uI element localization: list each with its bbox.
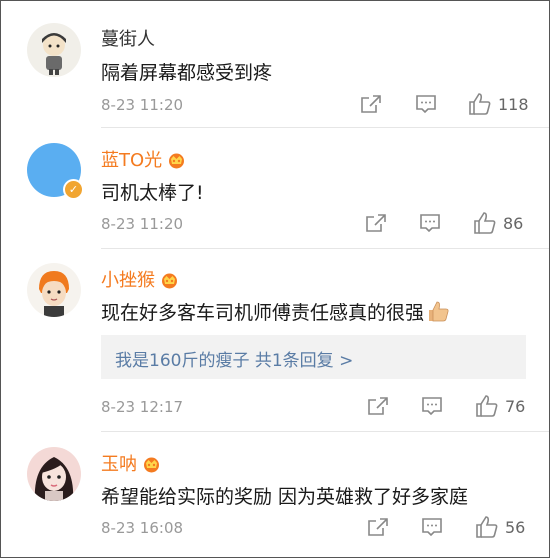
share-icon[interactable] — [360, 94, 382, 114]
like-icon[interactable] — [468, 92, 492, 116]
username[interactable]: 小挫猴 — [101, 266, 180, 292]
like-count: 76 — [505, 397, 526, 416]
timestamp: 8-23 16:08 — [101, 519, 184, 537]
comment-icon[interactable] — [419, 213, 441, 233]
username[interactable]: 蓝TO光 — [101, 146, 187, 172]
comment-icon[interactable] — [415, 94, 437, 114]
verified-icon: ✓ — [63, 179, 84, 200]
reply-summary[interactable]: 我是160斤的瘦子 共1条回复 > — [101, 335, 526, 379]
timestamp: 8-23 11:20 — [101, 215, 184, 233]
share-icon[interactable] — [367, 396, 389, 416]
like-icon[interactable] — [475, 394, 499, 418]
username-text: 玉呐 — [101, 454, 137, 475]
comment-text: 现在好多客车司机师傅责任感真的很强 — [101, 298, 450, 325]
vip-crown-icon — [162, 273, 177, 289]
username[interactable]: 玉呐 — [101, 450, 162, 476]
comment-text: 司机太棒了! — [101, 182, 204, 204]
timestamp: 8-23 11:20 — [101, 96, 184, 114]
vip-crown-icon — [144, 457, 159, 473]
username-text: 小挫猴 — [101, 270, 155, 291]
share-icon[interactable] — [367, 517, 389, 537]
like-count: 118 — [498, 95, 529, 114]
vip-crown-icon — [169, 153, 185, 169]
comment-text: 隔着屏幕都感受到疼 — [101, 62, 273, 84]
like-count: 86 — [503, 214, 524, 233]
comment-list: 蔓街人 隔着屏幕都感受到疼 8-23 11:20 118 ✓ 蓝TO光 司机太棒… — [0, 0, 550, 558]
thumbs-up-emoji-icon — [429, 301, 449, 322]
reply-summary-text: 我是160斤的瘦子 共1条回复 > — [115, 351, 354, 371]
comment-icon[interactable] — [421, 517, 443, 537]
avatar[interactable]: ✓ — [27, 143, 84, 200]
divider — [101, 248, 549, 249]
username[interactable]: 蔓街人 — [101, 25, 155, 51]
like-count: 56 — [505, 518, 526, 537]
username-text: 蓝TO光 — [101, 150, 163, 171]
avatar[interactable] — [27, 263, 81, 317]
avatar[interactable] — [27, 23, 81, 77]
timestamp: 8-23 12:17 — [101, 398, 184, 416]
like-icon[interactable] — [473, 211, 497, 235]
comment-text: 希望能给实际的奖励 因为英雄救了好多家庭 — [101, 486, 469, 508]
share-icon[interactable] — [365, 213, 387, 233]
divider — [101, 127, 549, 128]
comment-text-content: 现在好多客车司机师傅责任感真的很强 — [101, 302, 425, 324]
like-icon[interactable] — [475, 515, 499, 539]
divider — [101, 431, 549, 432]
comment-icon[interactable] — [421, 396, 443, 416]
avatar[interactable] — [27, 447, 81, 501]
